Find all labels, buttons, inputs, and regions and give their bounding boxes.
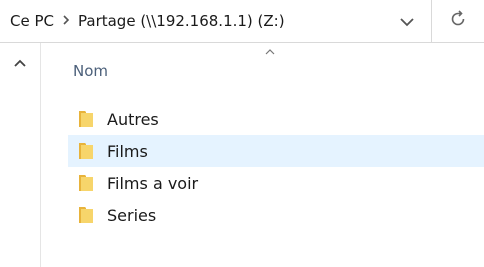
file-list: Autres Films Films a voir Series bbox=[68, 103, 484, 231]
list-item-label: Series bbox=[107, 205, 157, 225]
breadcrumb-separator-icon[interactable] bbox=[56, 14, 76, 29]
folder-icon bbox=[78, 174, 100, 192]
divider bbox=[431, 0, 432, 42]
list-item-label: Autres bbox=[107, 109, 159, 129]
folder-icon bbox=[78, 206, 100, 224]
scroll-up-button[interactable] bbox=[10, 51, 30, 71]
address-dropdown-button[interactable] bbox=[393, 6, 421, 36]
column-header-name[interactable]: Nom bbox=[73, 62, 108, 80]
address-bar[interactable]: Ce PC Partage (\\192.168.1.1) (Z:) bbox=[0, 0, 484, 43]
list-item[interactable]: Series bbox=[68, 199, 484, 231]
breadcrumb-item-share[interactable]: Partage (\\192.168.1.1) (Z:) bbox=[76, 12, 287, 30]
chevron-down-icon bbox=[400, 12, 414, 31]
folder-icon bbox=[78, 110, 100, 128]
refresh-icon bbox=[449, 10, 467, 32]
breadcrumb: Ce PC Partage (\\192.168.1.1) (Z:) bbox=[8, 0, 287, 42]
file-list-pane: Nom Autres Films Films a voir Series bbox=[41, 43, 484, 267]
list-item-label: Films bbox=[107, 141, 148, 161]
list-item[interactable]: Films a voir bbox=[68, 167, 484, 199]
sort-ascending-icon bbox=[263, 47, 277, 57]
chevron-up-icon bbox=[14, 52, 26, 71]
folder-icon bbox=[78, 142, 100, 160]
list-item[interactable]: Films bbox=[68, 135, 484, 167]
breadcrumb-item-this-pc[interactable]: Ce PC bbox=[8, 12, 56, 30]
list-item[interactable]: Autres bbox=[68, 103, 484, 135]
refresh-button[interactable] bbox=[441, 6, 475, 36]
list-item-label: Films a voir bbox=[107, 173, 199, 193]
navigation-pane bbox=[0, 43, 41, 267]
